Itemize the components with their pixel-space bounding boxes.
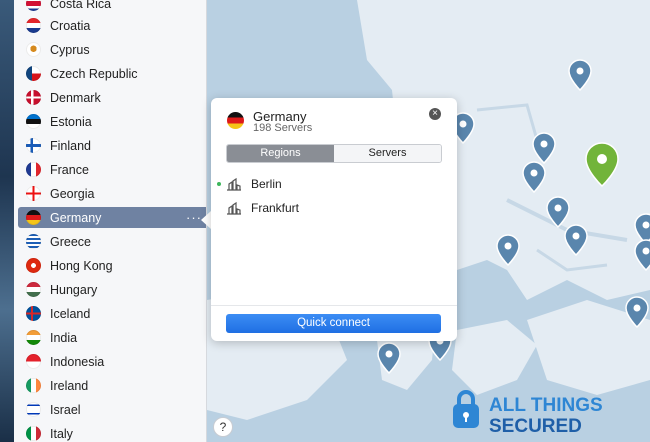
- city-icon: [227, 177, 241, 191]
- country-item-estonia[interactable]: Estonia: [18, 111, 206, 132]
- flag-italy-icon: [26, 426, 41, 441]
- flag-germany-icon: [26, 210, 41, 225]
- country-item-cyprus[interactable]: Cyprus: [18, 39, 206, 60]
- popup-server-count: 198 Servers: [253, 122, 313, 134]
- country-item-denmark[interactable]: Denmark: [18, 87, 206, 108]
- help-button[interactable]: ?: [213, 417, 233, 437]
- country-name: Croatia: [50, 18, 91, 33]
- flag-hong-kong-icon: [26, 258, 41, 273]
- city-icon: [227, 201, 241, 215]
- region-name: Frankfurt: [251, 201, 300, 215]
- logo-line-1: ALL THINGS: [489, 395, 603, 416]
- flag-cyprus-icon: [26, 42, 41, 57]
- country-item-israel[interactable]: Israel: [18, 399, 206, 420]
- flag-finland-icon: [26, 138, 41, 153]
- connected-indicator: [217, 182, 221, 186]
- country-item-greece[interactable]: Greece: [18, 231, 206, 252]
- flag-israel-icon: [26, 402, 41, 417]
- flag-ireland-icon: [26, 378, 41, 393]
- flag-costa-rica-icon: [26, 0, 41, 11]
- country-name: Cyprus: [50, 42, 90, 57]
- country-item-india[interactable]: India: [18, 327, 206, 348]
- close-icon[interactable]: ×: [429, 108, 441, 120]
- country-name: Ireland: [50, 378, 89, 393]
- country-item-italy[interactable]: Italy: [18, 423, 206, 442]
- country-name: France: [50, 162, 89, 177]
- flag-france-icon: [26, 162, 41, 177]
- country-item-finland[interactable]: Finland: [18, 135, 206, 156]
- country-name: Denmark: [50, 90, 101, 105]
- flag-croatia-icon: [26, 18, 41, 33]
- country-name: Costa Rica: [50, 0, 112, 11]
- country-item-costa-rica[interactable]: Costa Rica: [18, 0, 206, 14]
- country-name: Germany: [50, 210, 102, 225]
- country-name: Estonia: [50, 114, 92, 129]
- more-options-icon[interactable]: ···: [186, 210, 202, 225]
- country-item-iceland[interactable]: Iceland: [18, 303, 206, 324]
- country-list[interactable]: Costa Rica Croatia Cyprus Czech Republic…: [14, 0, 207, 442]
- country-name: Hungary: [50, 282, 98, 297]
- padlock-icon: [453, 390, 479, 428]
- all-things-secured-logo: ALL THINGS SECURED: [453, 390, 603, 436]
- flag-indonesia-icon: [26, 354, 41, 369]
- country-name: Hong Kong: [50, 258, 113, 273]
- view-switch: Regions Servers: [226, 144, 442, 163]
- country-name: Czech Republic: [50, 66, 138, 81]
- country-name: Greece: [50, 234, 91, 249]
- country-name: Italy: [50, 426, 73, 441]
- country-item-indonesia[interactable]: Indonesia: [18, 351, 206, 372]
- country-item-georgia[interactable]: Georgia: [18, 183, 206, 204]
- desktop-background: [0, 0, 14, 442]
- quick-connect-button[interactable]: Quick connect: [226, 314, 441, 333]
- country-name: Finland: [50, 138, 91, 153]
- country-name: Indonesia: [50, 354, 105, 369]
- tab-regions[interactable]: Regions: [227, 145, 334, 162]
- country-name: Israel: [50, 402, 81, 417]
- flag-india-icon: [26, 330, 41, 345]
- country-name: Iceland: [50, 306, 91, 321]
- logo-line-2: SECURED: [489, 416, 582, 436]
- region-name: Berlin: [251, 177, 282, 191]
- region-item-frankfurt[interactable]: Frankfurt: [226, 199, 299, 217]
- region-item-berlin[interactable]: Berlin: [217, 175, 282, 193]
- country-item-hungary[interactable]: Hungary: [18, 279, 206, 300]
- country-item-ireland[interactable]: Ireland: [18, 375, 206, 396]
- popup-pointer: [201, 211, 211, 229]
- country-item-hong-kong[interactable]: Hong Kong: [18, 255, 206, 276]
- flag-hungary-icon: [26, 282, 41, 297]
- country-name: Georgia: [50, 186, 95, 201]
- divider: [211, 305, 457, 306]
- tab-servers[interactable]: Servers: [334, 145, 441, 162]
- country-item-czech-republic[interactable]: Czech Republic: [18, 63, 206, 84]
- country-item-croatia[interactable]: Croatia: [18, 15, 206, 36]
- country-item-france[interactable]: France: [18, 159, 206, 180]
- flag-iceland-icon: [26, 306, 41, 321]
- country-name: India: [50, 330, 78, 345]
- flag-estonia-icon: [26, 114, 41, 129]
- flag-greece-icon: [26, 234, 41, 249]
- flag-georgia-icon: [26, 186, 41, 201]
- flag-germany-icon: [227, 112, 244, 129]
- country-popup: Germany 198 Servers × Regions Servers Be…: [211, 98, 457, 341]
- flag-denmark-icon: [26, 90, 41, 105]
- country-item-germany[interactable]: Germany ···: [18, 207, 206, 228]
- flag-czech-republic-icon: [26, 66, 41, 81]
